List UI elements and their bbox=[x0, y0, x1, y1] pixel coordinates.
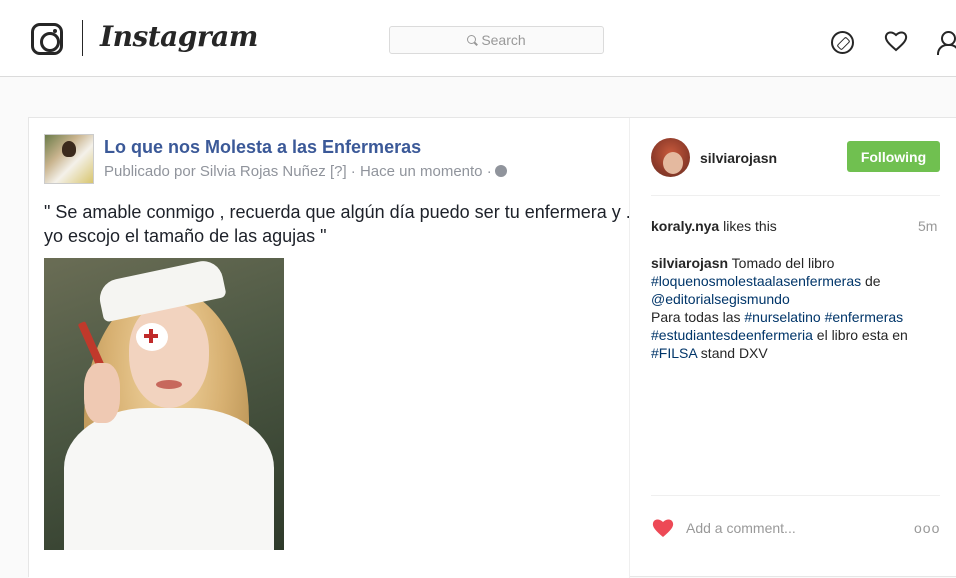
comment-divider bbox=[651, 495, 940, 496]
caption-text: Para todas las bbox=[651, 309, 745, 325]
fb-quote-text: " Se amable conmigo , recuerda que algún… bbox=[44, 200, 629, 248]
photo-lips bbox=[156, 380, 182, 389]
photo-uniform bbox=[64, 408, 274, 550]
caption-text: de bbox=[861, 273, 881, 289]
post-image[interactable]: Lo que nos Molesta a las Enfermeras Publ… bbox=[29, 118, 629, 578]
caption-username[interactable]: silviarojasn bbox=[651, 255, 728, 271]
instagram-wordmark[interactable]: Instagram bbox=[100, 20, 258, 53]
likes-row: koraly.nya likes this bbox=[651, 218, 777, 234]
panel-divider bbox=[629, 118, 630, 578]
post-caption: silviarojasn Tomado del libro #loquenosm… bbox=[651, 254, 951, 362]
hashtag-link[interactable]: #estudiantesdeenfermeria bbox=[651, 327, 813, 343]
caption-text: stand DXV bbox=[696, 345, 768, 361]
heart-icon[interactable] bbox=[884, 30, 908, 52]
post-time[interactable]: 5m bbox=[918, 218, 937, 234]
post-card: Lo que nos Molesta a las Enfermeras Publ… bbox=[28, 117, 956, 578]
likes-suffix: likes this bbox=[719, 218, 777, 234]
camera-logo-icon[interactable] bbox=[31, 23, 63, 55]
hashtag-link[interactable]: #loquenosmolestaalasenfermeras bbox=[651, 273, 861, 289]
globe-icon bbox=[494, 165, 507, 177]
fb-quote-line: yo escojo el tamaño de las agujas " bbox=[44, 226, 327, 246]
fb-post-meta: Publicado por Silvia Rojas Nuñez [?] · H… bbox=[104, 163, 507, 180]
photo-face bbox=[129, 303, 209, 408]
like-heart-icon[interactable] bbox=[651, 517, 675, 539]
search-placeholder: Search bbox=[481, 32, 526, 48]
logo-divider bbox=[82, 20, 83, 56]
nurse-photo bbox=[44, 258, 284, 550]
photo-hand bbox=[84, 363, 120, 423]
hashtag-link[interactable]: #FILSA bbox=[651, 345, 697, 361]
search-box[interactable]: Search bbox=[389, 26, 604, 54]
caption-text: el libro esta en bbox=[812, 327, 908, 343]
more-options-icon[interactable]: ooo bbox=[914, 520, 940, 536]
fb-quote-line: " Se amable conmigo , recuerda que algún… bbox=[44, 202, 629, 222]
author-username[interactable]: silviarojasn bbox=[700, 150, 777, 166]
compass-icon[interactable] bbox=[831, 31, 854, 54]
mention-link[interactable]: @editorialsegismundo bbox=[651, 291, 790, 307]
hashtag-link[interactable]: #enfermeras bbox=[825, 309, 904, 325]
author-avatar[interactable] bbox=[651, 138, 690, 177]
photo-eyepatch bbox=[136, 323, 168, 351]
hashtag-link[interactable]: #nurselatino bbox=[744, 309, 820, 325]
top-navigation-bar: Instagram Search bbox=[0, 0, 956, 77]
liker-username[interactable]: koraly.nya bbox=[651, 218, 719, 234]
profile-icon[interactable] bbox=[937, 31, 956, 55]
following-button[interactable]: Following bbox=[847, 141, 940, 172]
fb-meta-text: Publicado por Silvia Rojas Nuñez [?] · H… bbox=[104, 163, 492, 180]
add-comment-input[interactable]: Add a comment... bbox=[686, 520, 796, 536]
fb-page-avatar bbox=[44, 134, 94, 184]
search-icon bbox=[467, 34, 477, 44]
sidebar-divider bbox=[651, 195, 940, 196]
caption-text: Tomado del libro bbox=[728, 255, 835, 271]
fb-page-name: Lo que nos Molesta a las Enfermeras bbox=[104, 137, 422, 157]
